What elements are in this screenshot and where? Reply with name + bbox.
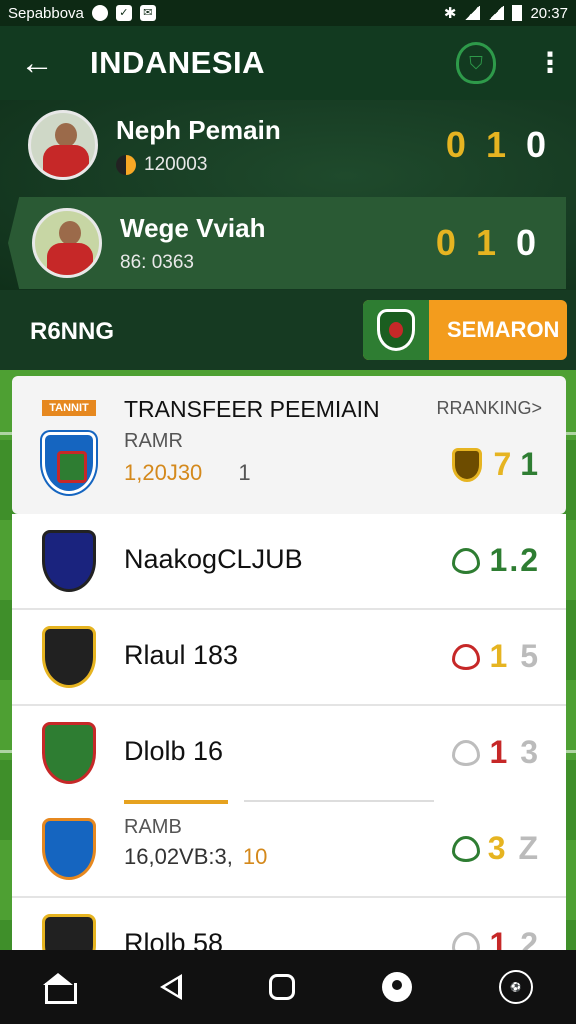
card-score: 7 1: [494, 446, 538, 483]
club-value-highlight: 10: [242, 844, 268, 869]
app-header: ← INDANESIA ⛉ ⋮: [0, 26, 576, 100]
avatar: [32, 208, 102, 278]
club-value: 16,02VB:3,: [124, 844, 233, 869]
score-digit: .2: [509, 542, 540, 578]
player-stat: 120003: [144, 153, 208, 175]
back-triangle-icon[interactable]: [160, 974, 183, 1000]
carrier-name: Sepabbova: [8, 4, 84, 22]
score-digit: 1: [489, 542, 510, 578]
score-digit: 0: [515, 222, 536, 263]
team-crest-icon[interactable]: ⛉: [456, 42, 496, 84]
bottom-navigation: ⚽: [0, 950, 576, 1024]
status-bar: Sepabbova ✓ ✉ ✱ 20:37: [0, 0, 576, 26]
home-icon[interactable]: [43, 973, 78, 1004]
club-name: NaakogCLJUB: [124, 544, 303, 574]
avatar: [28, 110, 98, 180]
player-row-selected[interactable]: Wege Vviah 86: 0363 0 1 0: [8, 197, 566, 289]
player-scores: 0 1 0: [436, 222, 536, 264]
score-digit: 1: [489, 926, 510, 950]
club-crest-icon: [42, 722, 96, 784]
shield-icon: [452, 448, 482, 482]
trend-icon: [452, 740, 480, 766]
score-digit: 0: [525, 124, 546, 165]
score-digit: 5: [520, 638, 540, 674]
back-arrow-icon[interactable]: ←: [20, 46, 60, 80]
list-item[interactable]: Rlaul 183 1 5: [12, 610, 566, 706]
transfer-card[interactable]: TANNIT TRANSFEER PEEMIAIN RRANKING> RAMR…: [12, 376, 566, 514]
score-digit: 1: [475, 222, 496, 263]
club-score: 1.2: [490, 542, 540, 579]
club-score: 3 Z: [488, 830, 540, 867]
list-item[interactable]: Dlolb 16 1 3: [12, 706, 566, 802]
signal-icon: [464, 6, 481, 20]
season-button-label: SEMARON: [447, 317, 560, 342]
club-crest-icon: [42, 818, 96, 880]
check-icon: ✓: [115, 5, 132, 21]
club-score: 1 5: [490, 638, 540, 675]
ball-icon: [116, 154, 136, 175]
player-row[interactable]: Neph Pemain 120003 0 1 0: [0, 100, 576, 190]
clock: 20:37: [530, 4, 568, 22]
card-value-extra: 1: [238, 460, 251, 485]
score-digit: 0: [445, 124, 466, 165]
trend-icon: [452, 836, 480, 862]
score-digit: 0: [435, 222, 456, 263]
season-button[interactable]: SEMARON: [363, 300, 567, 360]
tag-badge: TANNIT: [42, 400, 96, 416]
club-crest-icon: [42, 626, 96, 688]
card-title: TRANSFEER PEEMIAIN: [124, 396, 380, 422]
score-digit: 1: [489, 734, 510, 770]
player-scores: 0 1 0: [446, 124, 546, 166]
recent-apps-icon[interactable]: [268, 974, 295, 1000]
club-crest-icon: [363, 300, 429, 360]
club-name: Rlolb 58: [124, 928, 224, 950]
list-item[interactable]: Rlolb 58 1 2: [12, 898, 566, 950]
ball-icon[interactable]: [381, 972, 412, 1002]
wifi-icon: [488, 6, 505, 20]
trend-icon: [452, 932, 480, 950]
ranking-label: R6NNG: [30, 318, 115, 345]
bluetooth-icon: ✱: [443, 5, 457, 22]
score-digit: 1: [520, 446, 538, 482]
list-item[interactable]: RAMB 16,02VB:3, 10 3 Z: [12, 802, 566, 898]
card-value: 1,20J30: [124, 460, 203, 485]
club-score: 1 3: [490, 734, 540, 771]
club-score: 1 2: [490, 926, 540, 950]
ranking-link[interactable]: RRANKING>: [436, 398, 542, 419]
score-digit: 1: [489, 638, 510, 674]
battery-icon: [512, 5, 523, 21]
mail-icon: ✉: [139, 5, 156, 21]
score-digit: 7: [493, 446, 512, 482]
notification-icon: [91, 5, 108, 21]
more-options-icon[interactable]: ⋮: [536, 49, 564, 77]
score-digit: 2: [520, 926, 540, 950]
club-name: Rlaul 183: [124, 640, 239, 670]
page-title: INDANESIA: [90, 45, 266, 80]
score-digit: Z: [518, 830, 540, 866]
score-digit: 3: [487, 830, 508, 866]
trend-icon: [452, 548, 480, 574]
player-name: Wege Vviah: [120, 212, 266, 243]
club-crest-icon: [42, 914, 96, 950]
trend-icon: [452, 644, 480, 670]
score-digit: 3: [520, 734, 540, 770]
club-crest-icon: [42, 530, 96, 592]
player-name: Neph Pemain: [116, 114, 281, 145]
score-digit: 1: [485, 124, 506, 165]
card-subtitle: RAMR: [124, 430, 183, 452]
club-list: NaakogCLJUB 1.2 Rlaul 183 1 5 Dlolb 16 1…: [12, 514, 566, 950]
club-crest-icon: [42, 432, 96, 494]
club-subtitle: RAMB: [124, 816, 182, 838]
club-name: Dlolb 16: [124, 736, 224, 766]
player-stat: 86: 0363: [120, 251, 194, 273]
club-badge-icon[interactable]: ⚽: [498, 970, 533, 1004]
list-item[interactable]: NaakogCLJUB 1.2: [12, 514, 566, 610]
